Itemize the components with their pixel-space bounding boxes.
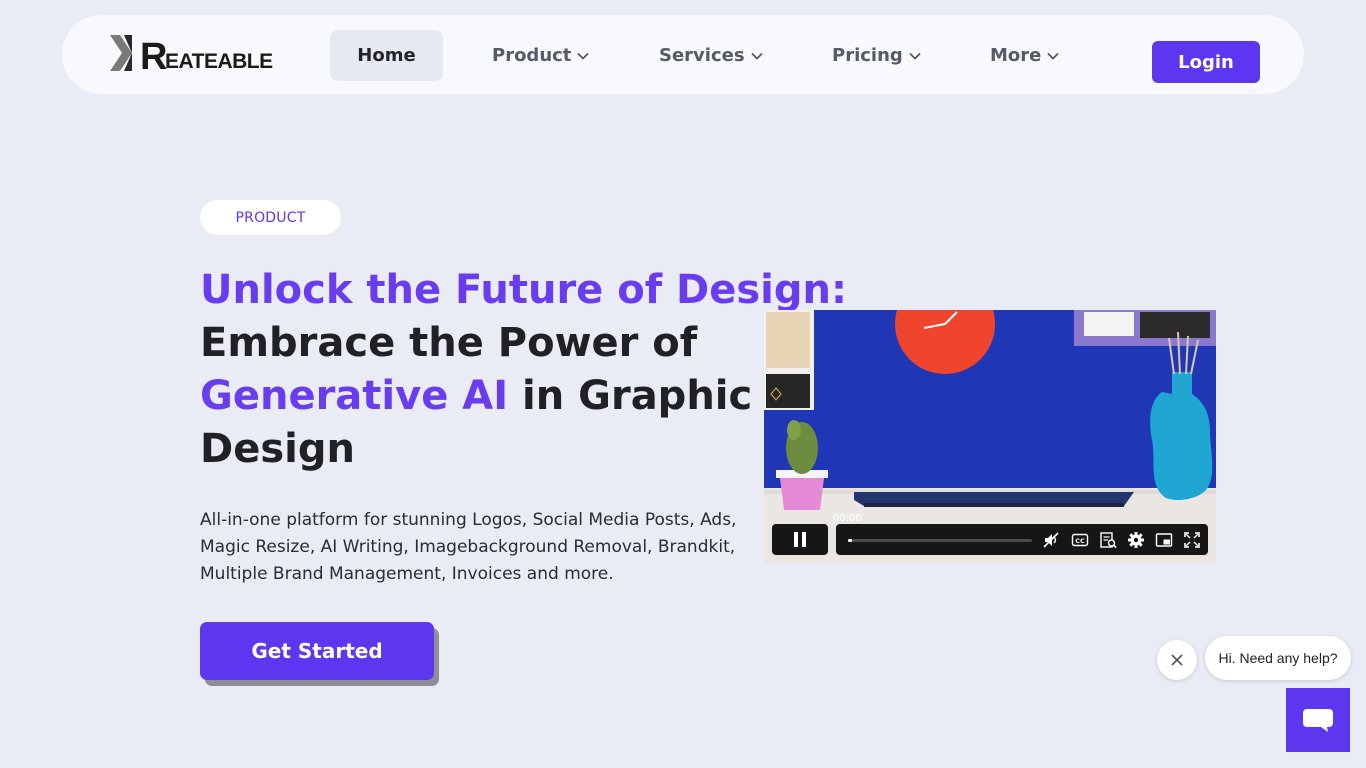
nav-product[interactable]: Product	[492, 30, 590, 81]
logo-wordmark: EATEABLE	[165, 50, 273, 73]
nav-pricing-label: Pricing	[832, 45, 903, 66]
nav-home[interactable]: Home	[330, 30, 443, 81]
headline-accent: Generative AI	[200, 373, 509, 419]
video-timecode: 00:00	[833, 513, 862, 524]
chevron-down-icon	[909, 52, 921, 60]
get-started-button[interactable]: Get Started	[200, 622, 434, 680]
nav-pricing[interactable]: Pricing	[832, 30, 921, 81]
settings-icon[interactable]	[1127, 531, 1145, 549]
headline-line-3-rest: in Graphic	[508, 373, 753, 419]
headline-line-4: Design	[200, 426, 355, 472]
nav-services[interactable]: Services	[659, 30, 763, 81]
pip-icon[interactable]	[1155, 531, 1173, 549]
nav-more-label: More	[990, 45, 1042, 66]
nav-home-label: Home	[357, 45, 416, 66]
transcript-icon[interactable]	[1099, 531, 1117, 549]
logo-k-mark	[110, 35, 132, 71]
brand-logo[interactable]: R EATEABLE	[110, 35, 273, 78]
svg-text:CC: CC	[1075, 537, 1085, 545]
chat-greeting-bubble[interactable]: Hi. Need any help?	[1205, 636, 1351, 680]
nav-product-label: Product	[492, 45, 572, 66]
headline-line-2: Embrace the Power of	[200, 320, 698, 366]
pause-icon	[794, 532, 806, 547]
close-icon	[1171, 654, 1183, 666]
top-navbar: R EATEABLE Home Product Services Pricing…	[62, 15, 1304, 94]
mute-icon[interactable]	[1042, 531, 1060, 549]
chat-icon	[1303, 709, 1333, 732]
scrubber-progress	[848, 539, 852, 542]
fullscreen-icon[interactable]	[1183, 531, 1201, 549]
chevron-down-icon	[750, 52, 763, 60]
headline-line-3: Generative AI in Graphic	[200, 370, 847, 423]
captions-icon[interactable]: CC	[1071, 531, 1089, 549]
nav-services-label: Services	[659, 45, 745, 66]
chat-dismiss-button[interactable]	[1157, 640, 1197, 680]
chevron-down-icon	[1047, 52, 1060, 60]
chevron-down-icon	[577, 52, 590, 60]
login-button[interactable]: Login	[1152, 41, 1260, 83]
nav-more[interactable]: More	[990, 30, 1060, 81]
chat-launcher-button[interactable]	[1286, 688, 1350, 752]
section-pill-product: PRODUCT	[200, 200, 341, 235]
headline-line-1: Unlock the Future of Design:	[200, 267, 847, 313]
video-scrubber[interactable]	[848, 539, 1032, 542]
hero-headline: Unlock the Future of Design: Embrace the…	[200, 264, 847, 476]
hero-subtitle: All-in-one platform for stunning Logos, …	[200, 510, 737, 584]
logo-letter: R	[140, 36, 167, 78]
pause-button[interactable]	[772, 524, 828, 555]
